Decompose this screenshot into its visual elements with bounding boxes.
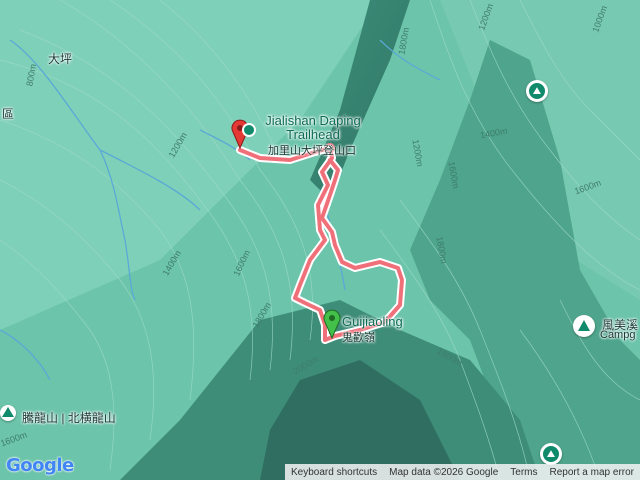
trailhead-name-line1: Jialishan Daping xyxy=(265,113,361,128)
hiker-poi-icon-south[interactable]: ⛰ xyxy=(540,443,562,465)
campground-poi-icon[interactable] xyxy=(573,315,595,337)
google-logo[interactable]: Google xyxy=(6,455,74,476)
report-map-error-link[interactable]: Report a map error xyxy=(544,467,640,478)
map-canvas[interactable] xyxy=(0,0,640,480)
place-label-campground: Campg xyxy=(600,329,636,341)
google-logo-text: Google xyxy=(6,455,74,476)
place-label-district: 區 xyxy=(2,107,15,121)
place-label-daping: 大坪 xyxy=(48,52,73,66)
peak-label-en[interactable]: Guijiaoling xyxy=(342,315,403,329)
trailhead-name-line2: Trailhead xyxy=(286,127,340,142)
trailhead-name-zh: 加里山大坪登山口 xyxy=(268,145,356,157)
hiker-icon: ⛰ xyxy=(543,446,559,462)
hiker-icon: ⛰ xyxy=(529,83,545,99)
peak-icon xyxy=(2,407,14,417)
trailhead-poi-icon[interactable] xyxy=(244,125,254,135)
attribution-bar: Keyboard shortcuts Map data ©2026 Google… xyxy=(284,464,640,480)
terms-link[interactable]: Terms xyxy=(504,467,543,478)
campground-icon xyxy=(578,320,590,331)
hiker-poi-icon-north[interactable]: ⛰ xyxy=(526,80,548,102)
trailhead-label[interactable]: Jialishan Daping Trailhead xyxy=(258,114,368,142)
peak-label-zh: 鬼歡嶺 xyxy=(342,332,375,344)
peak-poi-icon-west[interactable] xyxy=(0,405,16,421)
map-data-text: Map data ©2026 Google xyxy=(389,466,499,478)
keyboard-shortcuts-link[interactable]: Keyboard shortcuts xyxy=(285,467,383,478)
place-label-tenglong: 騰龍山 | 北横龍山 xyxy=(22,411,116,425)
